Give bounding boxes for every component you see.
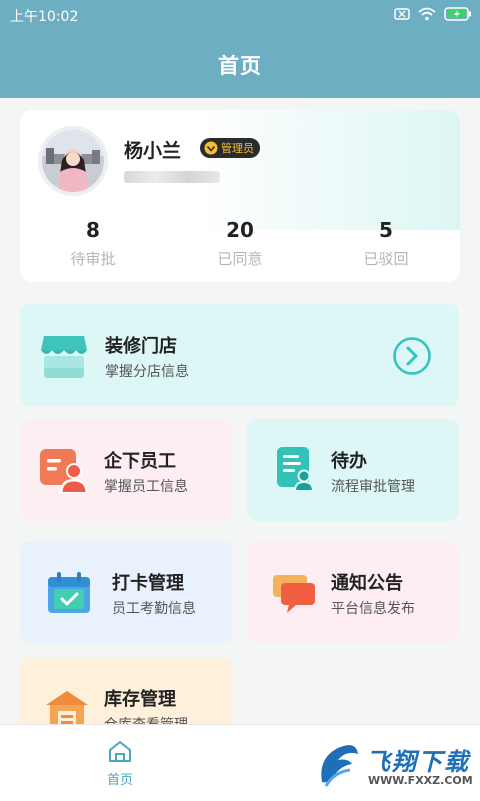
status-time: 上午10:02	[10, 9, 79, 25]
notice-card-subtitle: 平台信息发布	[331, 601, 415, 617]
todo-document-icon	[277, 447, 315, 492]
watermark-text: 飞翔下载	[366, 748, 470, 776]
home-icon	[109, 741, 131, 762]
profile-card[interactable]: 杨小兰 管理员 8 待审批 20 已同意 5 已驳回	[20, 110, 460, 282]
user-name: 杨小兰	[124, 140, 182, 162]
store-card-subtitle: 掌握分店信息	[105, 364, 189, 380]
wifi-icon	[418, 7, 436, 21]
page-title: 首页	[218, 54, 262, 78]
attendance-card[interactable]: 打卡管理 员工考勤信息	[20, 541, 232, 643]
attendance-card-title: 打卡管理	[112, 573, 184, 594]
avatar[interactable]	[38, 126, 108, 196]
site-watermark: 飞翔下载 WWW.FXXZ.COM	[312, 738, 474, 794]
arrow-right-circle-icon[interactable]	[392, 336, 432, 376]
storefront-icon	[41, 336, 87, 378]
staff-icon	[40, 449, 88, 493]
sim-card-icon	[394, 8, 410, 20]
stat-pending-label: 待审批	[70, 250, 116, 268]
watermark-logo-icon	[321, 745, 358, 787]
battery-icon	[444, 7, 471, 21]
notice-card[interactable]: 通知公告 平台信息发布	[247, 541, 459, 643]
stat-rejected-value: 5	[379, 218, 393, 242]
tab-home-label: 首页	[106, 773, 133, 788]
todo-card-title: 待办	[331, 451, 367, 472]
todo-card-subtitle: 流程审批管理	[331, 479, 415, 495]
app-header: 首页	[0, 30, 480, 98]
calendar-check-icon	[48, 572, 90, 613]
todo-card[interactable]: 待办 流程审批管理	[247, 419, 459, 521]
tab-home[interactable]: 首页	[90, 739, 150, 788]
stat-pending-value: 8	[86, 218, 100, 242]
inventory-card-title: 库存管理	[104, 689, 176, 710]
role-badge: 管理员	[200, 138, 260, 158]
watermark-url: WWW.FXXZ.COM	[368, 774, 473, 787]
stat-approved-value: 20	[226, 218, 254, 242]
attendance-card-subtitle: 员工考勤信息	[112, 601, 196, 617]
profile-card-tint	[200, 110, 460, 230]
stat-rejected-label: 已驳回	[363, 250, 409, 268]
staff-card[interactable]: 企下员工 掌握员工信息	[20, 419, 232, 521]
phone-number-blurred	[124, 171, 220, 183]
store-card[interactable]: 装修门店 掌握分店信息	[20, 304, 459, 406]
status-icons	[394, 7, 472, 21]
stat-pending[interactable]: 8 待审批	[33, 218, 153, 269]
store-card-title: 装修门店	[105, 336, 177, 357]
stat-approved[interactable]: 20 已同意	[180, 218, 300, 269]
status-bar: 上午10:02	[0, 0, 480, 30]
stat-approved-label: 已同意	[217, 250, 263, 268]
notice-card-title: 通知公告	[331, 573, 403, 594]
staff-card-subtitle: 掌握员工信息	[104, 479, 188, 495]
stat-rejected[interactable]: 5 已驳回	[326, 218, 446, 269]
chat-bubbles-icon	[273, 575, 315, 613]
staff-card-title: 企下员工	[104, 451, 176, 472]
role-badge-label: 管理员	[221, 142, 254, 155]
crown-icon	[204, 141, 218, 155]
